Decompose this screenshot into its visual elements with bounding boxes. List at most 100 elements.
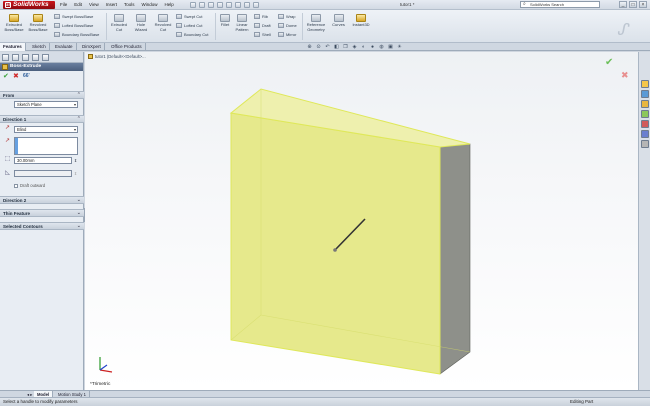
graphics-area[interactable]: tutor1 (Default<<Default>... ✔ ✖ *Trimet… (85, 52, 638, 390)
swept-cut-button[interactable]: Swept Cut (176, 14, 202, 19)
depth-input[interactable]: 30.00mm (14, 157, 72, 164)
depth-icon: ⬚ (4, 156, 11, 162)
menu-help[interactable]: Help (165, 2, 174, 7)
revolved-cut-button[interactable]: Revolved Cut (153, 14, 173, 32)
confirm-cancel-icon[interactable]: ✖ (621, 70, 629, 81)
draft-angle-input[interactable] (14, 170, 72, 177)
new-document-icon[interactable] (190, 2, 196, 8)
direction1-group-header[interactable]: Direction 1 ⌃ (0, 115, 84, 123)
cancel-button[interactable]: ✖ (13, 72, 19, 80)
curves-button[interactable]: Curves (330, 14, 347, 28)
apply-scene-icon[interactable]: ◍ (378, 44, 385, 50)
extruded-cut-button[interactable]: Extruded Cut (109, 14, 129, 32)
ok-button[interactable]: ✔ (3, 72, 9, 80)
boundary-cut-button[interactable]: Boundary Cut (176, 32, 208, 37)
feature-tree-flyout[interactable]: tutor1 (Default<<Default>... (88, 54, 146, 59)
view-orientation-icon[interactable]: ❒ (342, 44, 349, 50)
print-icon[interactable] (217, 2, 223, 8)
section-view-icon[interactable]: ◧ (333, 44, 340, 50)
lofted-boss-button[interactable]: Lofted Boss/Base (54, 23, 93, 28)
property-manager-icon[interactable] (12, 54, 19, 61)
draft-outward-checkbox[interactable]: Draft outward (14, 183, 45, 188)
mirror-button[interactable]: Mirror (278, 32, 296, 37)
from-select[interactable]: Sketch Plane ▾ (14, 101, 78, 108)
minimize-button[interactable]: _ (619, 1, 627, 8)
edit-appearance-icon[interactable]: ● (369, 44, 376, 50)
confirm-ok-icon[interactable]: ✔ (605, 57, 613, 68)
resources-icon[interactable] (641, 80, 649, 88)
end-condition-select[interactable]: Blind ▾ (14, 126, 78, 133)
open-icon[interactable] (199, 2, 205, 8)
extrude-preview-model[interactable] (85, 52, 638, 390)
shell-button[interactable]: Shell (254, 32, 271, 37)
dome-button[interactable]: Dome (278, 23, 297, 28)
wrap-button[interactable]: Wrap (278, 14, 295, 19)
tab-sketch[interactable]: Sketch (29, 43, 50, 51)
fillet-button[interactable]: Fillet (218, 14, 232, 28)
dimxpert-manager-icon[interactable] (32, 54, 39, 61)
solidworks-logo[interactable]: 3S SolidWorks (3, 1, 55, 9)
menu-view[interactable]: View (89, 2, 99, 7)
depth-spinner[interactable]: ⇕ (72, 157, 79, 164)
menu-edit[interactable]: Edit (74, 2, 82, 7)
menu-window[interactable]: Window (142, 2, 158, 7)
revolved-boss-button[interactable]: Revolved Boss/Base (27, 14, 49, 32)
search-results-icon[interactable] (641, 110, 649, 118)
linear-pattern-button[interactable]: Linear Pattern (233, 14, 251, 32)
swept-boss-button[interactable]: Swept Boss/Base (54, 14, 93, 19)
menu-tools[interactable]: Tools (124, 2, 135, 7)
options-icon[interactable] (253, 2, 259, 8)
tab-evaluate[interactable]: Evaluate (52, 43, 77, 51)
design-library-icon[interactable] (641, 90, 649, 98)
close-button[interactable]: × (639, 1, 647, 8)
thin-feature-group-header[interactable]: Thin Feature ⌄ (0, 209, 84, 217)
feature-manager-icon[interactable] (2, 54, 9, 61)
view-settings-icon[interactable]: ▣ (387, 44, 394, 50)
appearances-icon[interactable] (641, 130, 649, 138)
save-icon[interactable] (208, 2, 214, 8)
hole-wizard-button[interactable]: Hole Wizard (131, 14, 151, 32)
direction2-group-header[interactable]: Direction 2 ⌄ (0, 196, 84, 204)
zoom-to-fit-icon[interactable]: ⊕ (306, 44, 313, 50)
lofted-cut-button[interactable]: Lofted Cut (176, 23, 202, 28)
direction-selection-box[interactable] (14, 137, 78, 155)
configuration-manager-icon[interactable] (22, 54, 29, 61)
logo-text: SolidWorks (13, 1, 49, 8)
view-palette-icon[interactable] (641, 120, 649, 128)
boundary-boss-button[interactable]: Boundary Boss/Base (54, 32, 99, 37)
search-placeholder: SolidWorks Search (530, 2, 564, 7)
tab-dimxpert[interactable]: DimXpert (79, 43, 105, 51)
reference-geometry-button[interactable]: Reference Geometry (304, 14, 328, 32)
revolved-cut-icon (158, 14, 168, 22)
undo-icon[interactable] (226, 2, 232, 8)
select-icon[interactable] (235, 2, 241, 8)
draft-angle-spinner[interactable]: ⇕ (72, 170, 79, 177)
chevron-up-icon: ⌃ (76, 116, 81, 122)
from-group-header[interactable]: From ⌃ (0, 91, 84, 99)
rib-button[interactable]: Rib (254, 14, 268, 19)
tab-features[interactable]: Features (0, 43, 26, 51)
hide-show-icon[interactable]: ◐ (360, 44, 367, 50)
extruded-boss-button[interactable]: Extruded Boss/Base (3, 14, 25, 32)
selected-contours-group-header[interactable]: Selected Contours ⌄ (0, 222, 84, 230)
maximize-button[interactable]: □ (629, 1, 637, 8)
draft-button[interactable]: Draft (254, 23, 271, 28)
document-title: tutor1 * (400, 2, 415, 7)
previous-view-icon[interactable]: ↶ (324, 44, 331, 50)
realview-icon[interactable]: ☀ (396, 44, 403, 50)
search-input[interactable]: ⌕ SolidWorks Search (520, 1, 600, 8)
chevron-down-icon: ▾ (73, 127, 76, 132)
tab-office-products[interactable]: Office Products (108, 43, 146, 51)
menu-file[interactable]: File (60, 2, 67, 7)
file-explorer-icon[interactable] (641, 100, 649, 108)
rebuild-icon[interactable] (244, 2, 250, 8)
instant3d-button[interactable]: Instant3D (350, 14, 372, 28)
detailed-preview-button[interactable]: 66' (23, 73, 30, 79)
reverse-direction-icon[interactable]: ↗ (4, 125, 11, 132)
revolved-boss-icon (33, 14, 43, 22)
menu-insert[interactable]: Insert (106, 2, 117, 7)
custom-properties-icon[interactable] (641, 140, 649, 148)
display-manager-icon[interactable] (42, 54, 49, 61)
display-style-icon[interactable]: ◈ (351, 44, 358, 50)
zoom-area-icon[interactable]: ⊙ (315, 44, 322, 50)
